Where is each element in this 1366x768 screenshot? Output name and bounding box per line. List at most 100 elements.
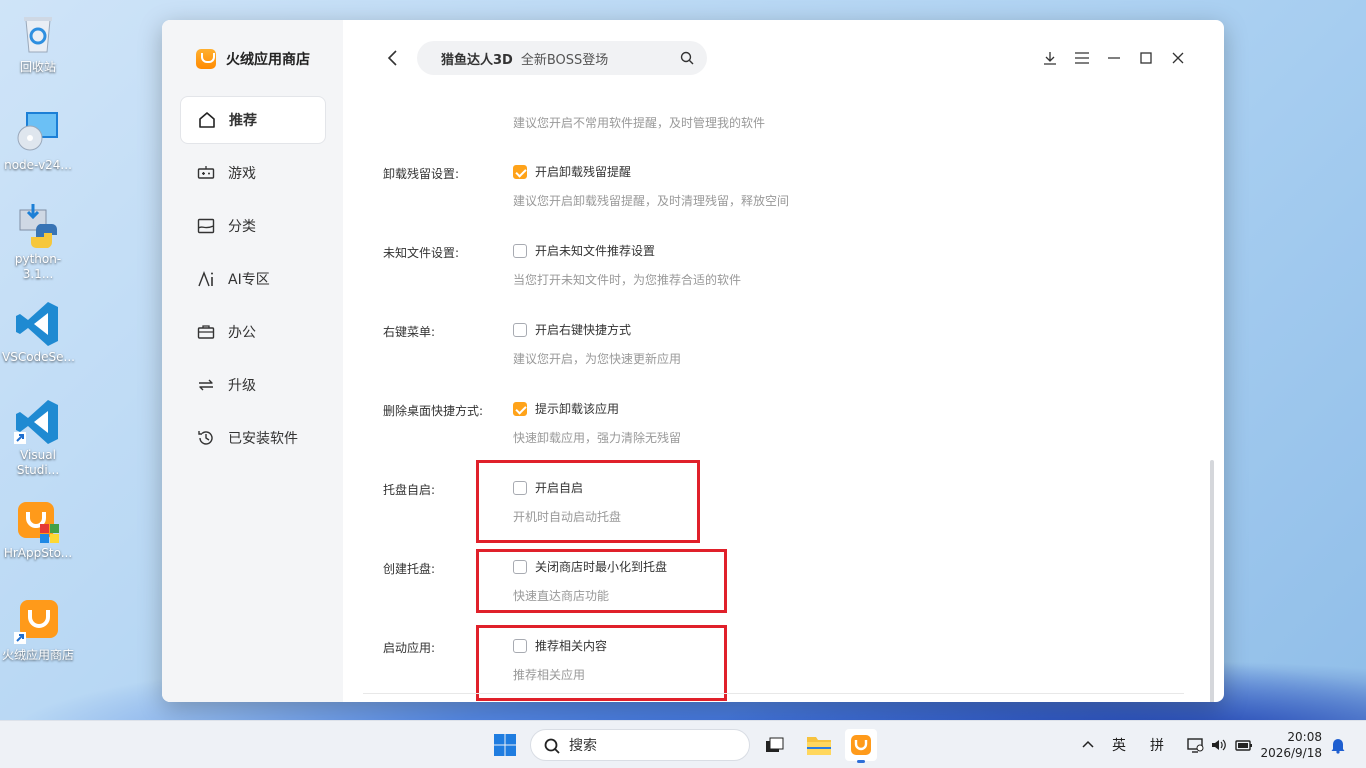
sidebar-item-label: 分类 [228,219,256,235]
setting-option[interactable]: 提示卸载该应用 [513,400,619,417]
app-window: 火绒应用商店 推荐 游戏 分类 AI专区 办公 升级 已安装软件 猎鱼达人3D … [162,20,1224,702]
setting-label: 右键菜单: [383,325,436,339]
setting-description: 建议您开启，为您快速更新应用 [513,352,682,366]
taskbar-search[interactable]: 搜索 [530,729,750,761]
windows-logo-icon [494,734,516,756]
setting-label: 创建托盘: [383,562,436,576]
desktop-icon-python[interactable]: python-3.1... [0,202,76,282]
network-status[interactable] [1186,721,1204,768]
download-button[interactable] [1034,48,1066,68]
sidebar-item-label: 游戏 [228,166,256,182]
notification-button[interactable] [1330,721,1346,768]
sidebar-item-category[interactable]: 分类 [180,202,326,250]
menu-button[interactable] [1066,48,1098,68]
battery-status[interactable] [1234,721,1254,768]
setting-description: 建议您开启不常用软件提醒，及时管理我的软件 [513,116,766,130]
python-installer-icon [14,202,62,250]
chevron-left-icon [387,50,397,66]
volume-status[interactable] [1210,721,1228,768]
chevron-up-icon [1082,740,1094,748]
store-logo-icon [196,49,216,69]
setting-label: 卸载残留设置: [383,167,460,181]
checkbox[interactable] [513,322,527,337]
desktop-icon-huorong-store[interactable]: 火绒应用商店 [0,598,76,663]
setting-description: 快速卸载应用，强力清除无残留 [513,431,682,445]
sidebar-item-recommend[interactable]: 推荐 [180,96,326,144]
checkbox-checked[interactable] [513,164,527,179]
desktop-icon-vscode-setup[interactable]: VSCodeSe... [0,300,76,365]
speaker-icon [1212,739,1226,751]
task-view-icon [766,737,784,752]
setting-description: 建议您开启卸载残留提醒，及时清理残留，释放空间 [513,194,790,208]
sidebar-item-label: 办公 [228,325,256,341]
sidebar-item-games[interactable]: 游戏 [180,149,326,197]
search-hot-keyword: 猎鱼达人3D [441,52,513,68]
close-icon [1172,52,1184,64]
sidebar-item-installed[interactable]: 已安装软件 [180,414,326,462]
sidebar-item-office[interactable]: 办公 [180,308,326,356]
sidebar-item-label: 升级 [228,378,256,394]
setting-option[interactable]: 开启未知文件推荐设置 [513,242,655,259]
minimize-button[interactable] [1098,48,1130,68]
ime-language[interactable]: 英 [1112,721,1126,768]
settings-content: 建议您开启不常用软件提醒，及时管理我的软件 卸载残留设置: 开启卸载残留提醒 建… [343,96,1224,702]
close-button[interactable] [1162,48,1194,68]
brand: 火绒应用商店 [196,48,310,70]
vscode-shortcut-icon [14,398,62,446]
huorong-store-icon [851,735,871,755]
history-icon [196,428,216,448]
bell-icon [1331,739,1345,754]
desktop-icon-node[interactable]: node-v24... [0,108,76,173]
minimize-icon [1108,57,1120,59]
option-label: 提示卸载该应用 [535,402,620,416]
desktop-icon-hrappstore[interactable]: HrAppSto... [0,496,76,561]
sidebar: 火绒应用商店 推荐 游戏 分类 AI专区 办公 升级 已安装软件 [162,20,343,702]
update-icon [196,375,216,395]
home-icon [197,110,217,130]
window-controls [1034,48,1194,68]
checkbox-checked[interactable] [513,401,527,416]
desktop-icon-recycle-bin[interactable]: 回收站 [0,10,76,75]
system-clock[interactable]: 20:08 2026/9/18 [1260,729,1322,761]
maximize-icon [1140,52,1152,64]
top-bar: 猎鱼达人3D 全新BOSS登场 [343,20,1224,96]
ai-icon [196,269,216,289]
tray-overflow[interactable] [1080,721,1096,768]
sidebar-item-label: 已安装软件 [228,431,298,447]
taskbar-file-explorer[interactable] [803,729,835,761]
sidebar-item-ai[interactable]: AI专区 [180,255,326,303]
ime-language-label: 英 [1112,738,1126,754]
search-icon [543,737,561,755]
sidebar-item-upgrade[interactable]: 升级 [180,361,326,409]
scrollbar-thumb[interactable] [1210,460,1214,702]
hrappstore-installer-icon [14,496,62,544]
setting-option[interactable]: 开启卸载残留提醒 [513,163,631,180]
gamepad-icon [196,163,216,183]
setting-option[interactable]: 开启右键快捷方式 [513,321,631,338]
option-label: 开启卸载残留提醒 [535,165,632,179]
back-button[interactable] [383,48,403,68]
start-button[interactable] [493,733,517,757]
option-label: 开启未知文件推荐设置 [535,244,656,258]
taskbar-huorong-store[interactable] [845,729,877,763]
recycle-bin-icon [14,10,62,58]
maximize-button[interactable] [1130,48,1162,68]
taskbar-task-view[interactable] [758,729,790,761]
category-icon [196,216,216,236]
installer-disc-icon [14,108,62,156]
highlight-box-tray-autostart [476,460,700,543]
sidebar-item-label: AI专区 [228,272,270,288]
download-icon [1044,52,1056,65]
ime-mode[interactable]: 拼 [1150,721,1164,768]
search-input[interactable]: 猎鱼达人3D 全新BOSS登场 [417,41,707,75]
taskbar-search-label: 搜索 [569,738,597,754]
checkbox[interactable] [513,243,527,258]
desktop-icon-visual-studio[interactable]: Visual Studi... [0,398,76,478]
folder-icon [807,737,831,755]
search-icon[interactable] [679,50,695,66]
setting-label: 删除桌面快捷方式: [383,404,484,418]
huorong-store-icon [14,598,62,646]
search-hot-subtitle: 全新BOSS登场 [520,52,609,68]
setting-label: 托盘自启: [383,483,436,497]
menu-icon [1075,52,1089,64]
